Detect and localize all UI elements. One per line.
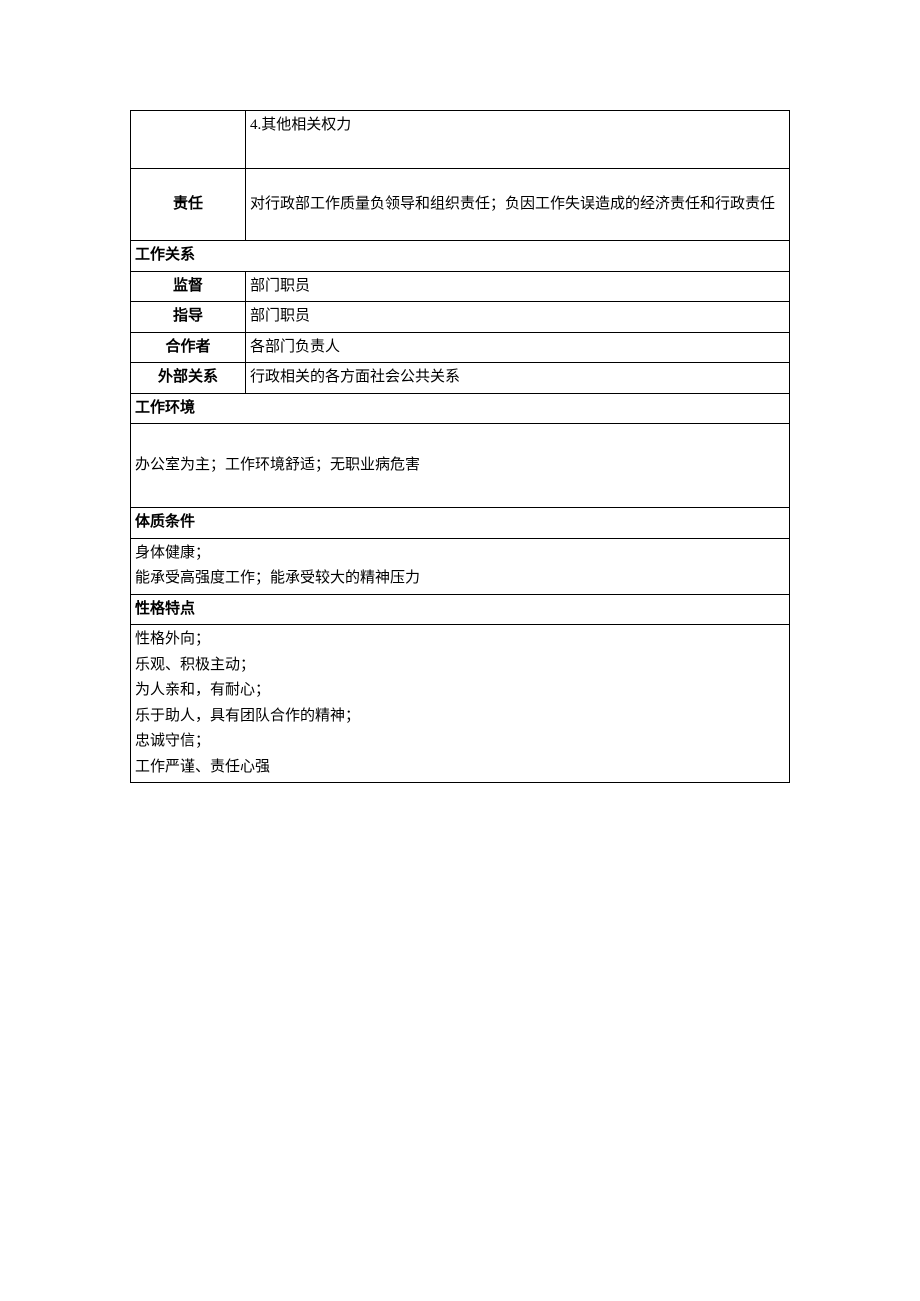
responsibility-content: 对行政部工作质量负领导和组织责任；负因工作失误造成的经济责任和行政责任 [246, 169, 790, 241]
personality-header: 性格特点 [131, 594, 790, 625]
physical-line2: 能承受高强度工作；能承受较大的精神压力 [135, 566, 785, 592]
external-value: 行政相关的各方面社会公共关系 [246, 363, 790, 394]
work-relations-header: 工作关系 [131, 241, 790, 272]
coop-value: 各部门负责人 [246, 332, 790, 363]
other-rights-cell: 4.其他相关权力 [246, 111, 790, 169]
personality-line3: 为人亲和，有耐心； [135, 678, 785, 704]
guide-label: 指导 [131, 302, 246, 333]
physical-content: 身体健康； 能承受高强度工作；能承受较大的精神压力 [131, 538, 790, 594]
work-env-content: 办公室为主；工作环境舒适；无职业病危害 [131, 424, 790, 508]
external-label: 外部关系 [131, 363, 246, 394]
personality-line6: 工作严谨、责任心强 [135, 755, 785, 781]
supervise-label: 监督 [131, 271, 246, 302]
supervise-value: 部门职员 [246, 271, 790, 302]
guide-value: 部门职员 [246, 302, 790, 333]
work-env-header: 工作环境 [131, 393, 790, 424]
coop-label: 合作者 [131, 332, 246, 363]
physical-header: 体质条件 [131, 508, 790, 539]
responsibility-label: 责任 [131, 169, 246, 241]
personality-line2: 乐观、积极主动； [135, 653, 785, 679]
personality-line1: 性格外向； [135, 627, 785, 653]
document-table: 4.其他相关权力 责任 对行政部工作质量负领导和组织责任；负因工作失误造成的经济… [130, 110, 790, 783]
blank-label [131, 111, 246, 169]
physical-line1: 身体健康； [135, 541, 785, 567]
personality-content: 性格外向； 乐观、积极主动； 为人亲和，有耐心； 乐于助人，具有团队合作的精神；… [131, 625, 790, 783]
personality-line4: 乐于助人，具有团队合作的精神； [135, 704, 785, 730]
personality-line5: 忠诚守信； [135, 729, 785, 755]
